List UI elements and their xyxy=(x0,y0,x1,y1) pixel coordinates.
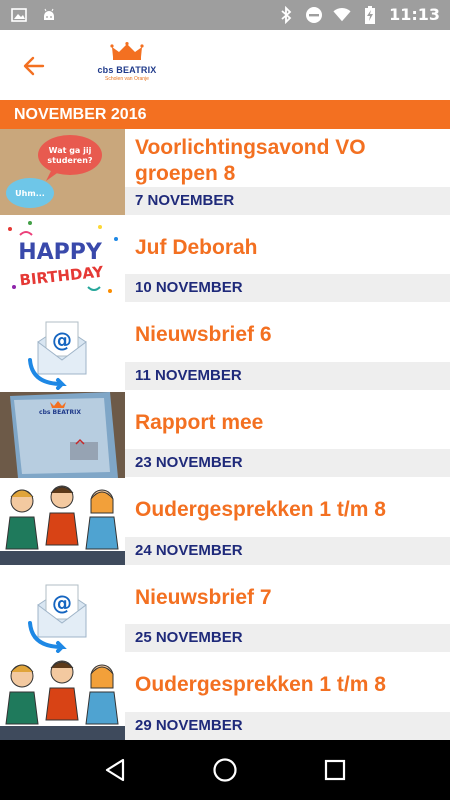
thumbnail-birthday: HAPPY BIRTHDAY xyxy=(0,216,125,303)
back-button[interactable] xyxy=(14,48,54,84)
item-body: Nieuwsbrief 7 25 NOVEMBER xyxy=(125,567,450,655)
item-title: Rapport mee xyxy=(135,410,264,434)
svg-text:@: @ xyxy=(52,328,72,352)
item-body: Voorlichtingsavond VO groepen 8 7 NOVEMB… xyxy=(125,129,450,217)
item-body: Oudergesprekken 1 t/m 8 29 NOVEMBER xyxy=(125,654,450,742)
thumbnail-meeting xyxy=(0,479,125,565)
email-icon: @ xyxy=(0,566,125,653)
nav-back-button[interactable] xyxy=(95,750,135,790)
list-item[interactable]: Oudergesprekken 1 t/m 8 24 NOVEMBER xyxy=(0,479,450,567)
item-date: 10 NOVEMBER xyxy=(125,274,450,302)
list-item[interactable]: HAPPY BIRTHDAY Juf Deborah 10 NOVEMBER xyxy=(0,216,450,305)
dnd-icon xyxy=(305,6,323,24)
event-list: Wat ga jij studeren? Uhm... Voorlichting… xyxy=(0,129,450,742)
month-header: NOVEMBER 2016 xyxy=(0,100,450,129)
item-title: Voorlichtingsavond VO groepen 8 xyxy=(135,136,366,185)
svg-text:@: @ xyxy=(52,591,72,615)
item-date: 11 NOVEMBER xyxy=(125,361,450,390)
thumbnail-meeting xyxy=(0,654,125,740)
wifi-icon xyxy=(333,6,351,24)
nav-recents-button[interactable] xyxy=(315,750,355,790)
status-bar: 11:13 xyxy=(0,0,450,30)
crown-icon xyxy=(110,42,144,60)
svg-text:studeren?: studeren? xyxy=(47,156,93,165)
item-date: 7 NOVEMBER xyxy=(125,186,450,215)
item-title: Oudergesprekken 1 t/m 8 xyxy=(135,498,386,521)
battery-icon xyxy=(361,5,379,24)
item-title: Nieuwsbrief 7 xyxy=(135,585,272,609)
item-body: Oudergesprekken 1 t/m 8 24 NOVEMBER xyxy=(125,479,450,567)
item-body: Nieuwsbrief 6 11 NOVEMBER xyxy=(125,304,450,392)
item-body: Rapport mee 23 NOVEMBER xyxy=(125,392,450,480)
item-date: 25 NOVEMBER xyxy=(125,624,450,652)
list-item[interactable]: @ Nieuwsbrief 6 11 NOVEMBER xyxy=(0,304,450,392)
item-title: Oudergesprekken 1 t/m 8 xyxy=(135,673,386,696)
item-date: 29 NOVEMBER xyxy=(125,711,450,740)
android-icon xyxy=(40,6,58,24)
list-item[interactable]: @ Nieuwsbrief 7 25 NOVEMBER xyxy=(0,566,450,655)
svg-text:HAPPY: HAPPY xyxy=(18,240,103,265)
list-item[interactable]: Wat ga jij studeren? Uhm... Voorlichting… xyxy=(0,129,450,217)
svg-text:Wat ga jij: Wat ga jij xyxy=(49,146,92,155)
logo-text: cbs BEATRIX xyxy=(97,65,157,75)
circle-home-icon xyxy=(213,758,237,782)
system-nav-bar xyxy=(0,740,450,800)
item-title: Juf Deborah xyxy=(135,235,258,259)
square-recents-icon xyxy=(324,759,346,781)
arrow-left-icon xyxy=(23,56,45,76)
app-bar: cbs BEATRIX Scholen van Oranje xyxy=(0,30,450,100)
clock: 11:13 xyxy=(389,5,440,24)
nav-home-button[interactable] xyxy=(205,750,245,790)
svg-text:cbs BEATRIX: cbs BEATRIX xyxy=(39,409,81,416)
item-title: Nieuwsbrief 6 xyxy=(135,323,272,346)
item-date: 24 NOVEMBER xyxy=(125,536,450,565)
logo-tagline: Scholen van Oranje xyxy=(105,76,149,82)
email-icon: @ xyxy=(0,304,125,390)
thumbnail-report: cbs BEATRIX xyxy=(0,391,125,478)
svg-text:Uhm...: Uhm... xyxy=(15,189,45,198)
list-item[interactable]: Oudergesprekken 1 t/m 8 29 NOVEMBER xyxy=(0,654,450,742)
item-date: 23 NOVEMBER xyxy=(125,449,450,477)
item-body: Juf Deborah 10 NOVEMBER xyxy=(125,217,450,305)
thumbnail-speech-bubbles: Wat ga jij studeren? Uhm... xyxy=(0,129,125,215)
list-item[interactable]: cbs BEATRIX Rapport mee 23 NOVEMBER xyxy=(0,391,450,480)
school-logo: cbs BEATRIX Scholen van Oranje xyxy=(96,42,158,88)
triangle-back-icon xyxy=(105,758,125,782)
bluetooth-icon xyxy=(277,5,295,24)
image-icon xyxy=(10,6,28,24)
